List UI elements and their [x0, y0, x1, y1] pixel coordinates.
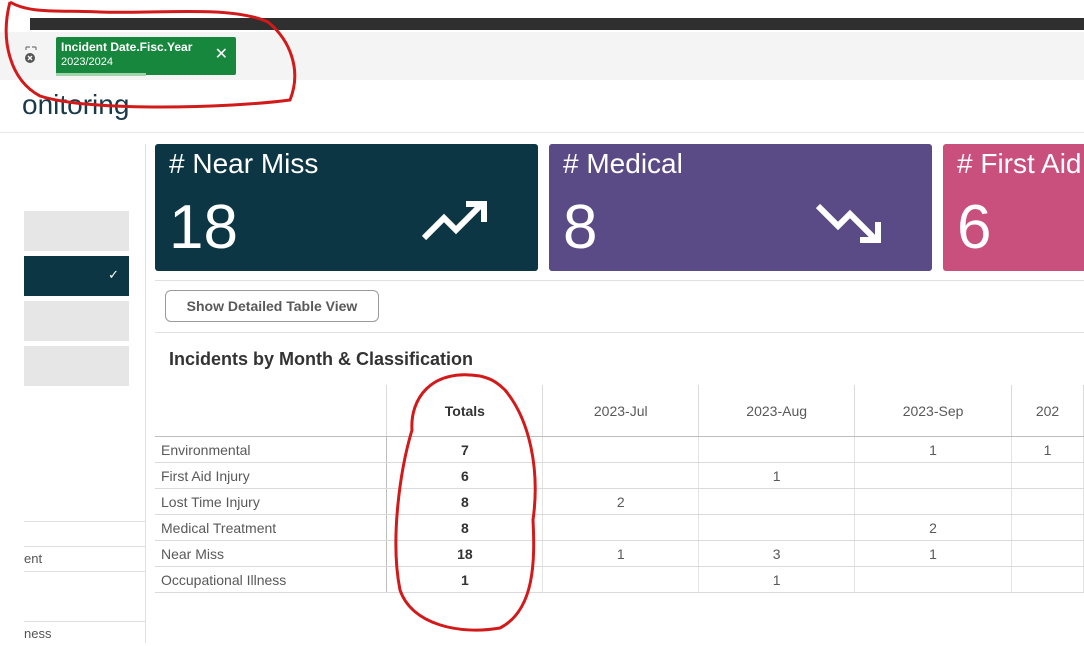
trending-down-icon — [815, 203, 881, 243]
app-toolbar — [30, 18, 1084, 30]
table-cell: 1 — [698, 462, 856, 489]
table-row: Medical Treatment 8 2 — [155, 514, 1084, 541]
kpi-label: # Near Miss — [169, 148, 319, 179]
row-label[interactable]: Occupational Illness — [155, 566, 388, 593]
check-icon: ✓ — [108, 267, 119, 282]
table-cell: 1 — [854, 436, 1013, 463]
total-cell: 7 — [386, 436, 544, 463]
total-cell: 6 — [386, 462, 544, 489]
row-label[interactable]: Medical Treatment — [155, 514, 388, 541]
show-detailed-table-button[interactable]: Show Detailed Table View — [165, 290, 379, 322]
table-cell: 3 — [698, 540, 856, 567]
selection-progress-bar — [56, 73, 146, 76]
column-header-totals[interactable]: Totals — [386, 385, 544, 437]
kpi-label: # Medical — [563, 148, 683, 179]
column-header[interactable]: 2023-Jul — [542, 385, 700, 437]
table-header-row: Totals 2023-Jul 2023-Aug 2023-Sep 202 — [155, 385, 1084, 437]
list-item[interactable] — [24, 521, 145, 546]
list-item[interactable]: ent — [24, 546, 145, 571]
kpi-label: # First Aid — [957, 148, 1082, 179]
table-cell — [542, 514, 700, 541]
total-cell: 8 — [386, 514, 544, 541]
column-header[interactable]: 2023-Aug — [698, 385, 856, 437]
top-bar — [0, 0, 1084, 32]
table-cell — [542, 566, 700, 593]
kpi-value: 18 — [169, 193, 238, 262]
column-header[interactable]: 202 — [1011, 385, 1084, 437]
page-title: onitoring — [22, 89, 130, 120]
table-cell: 1 — [698, 566, 856, 593]
table-row: First Aid Injury 6 1 — [155, 462, 1084, 489]
total-cell: 1 — [386, 566, 544, 593]
divider — [155, 332, 1084, 333]
row-label[interactable]: Lost Time Injury — [155, 488, 388, 515]
trending-up-icon — [421, 201, 487, 241]
total-cell: 18 — [386, 540, 544, 567]
selection-value: 2023/2024 — [61, 56, 113, 68]
kpi-first-aid[interactable]: # First Aid 6 — [943, 144, 1084, 271]
table-cell: 2 — [854, 514, 1013, 541]
table-cell — [854, 566, 1013, 593]
filter-item[interactable] — [24, 211, 129, 251]
kpi-value: 6 — [957, 193, 992, 262]
row-label[interactable]: Near Miss — [155, 540, 388, 567]
table-cell — [1011, 462, 1084, 489]
table-cell — [1011, 566, 1084, 593]
kpi-medical[interactable]: # Medical 8 — [549, 144, 932, 271]
table-cell — [854, 488, 1013, 515]
table-cell: 1 — [1011, 436, 1084, 463]
table-cell: 1 — [542, 540, 700, 567]
filter-item[interactable] — [24, 346, 129, 386]
table-cell — [854, 462, 1013, 489]
table-cell: 2 — [542, 488, 700, 515]
column-header — [155, 385, 388, 437]
kpi-near-miss[interactable]: # Near Miss 18 — [155, 144, 538, 271]
selection-field: Incident Date.Fisc.Year — [61, 40, 193, 54]
table-row: Environmental 7 1 1 — [155, 436, 1084, 463]
list-item[interactable] — [24, 571, 145, 596]
table-row: Lost Time Injury 8 2 — [155, 488, 1084, 515]
row-label[interactable]: Environmental — [155, 436, 388, 463]
filter-item-selected[interactable]: ✓ — [24, 256, 129, 296]
pivot-table: Totals 2023-Jul 2023-Aug 2023-Sep 202 En… — [155, 385, 1084, 593]
table-title: Incidents by Month & Classification — [169, 349, 474, 369]
list-item[interactable]: ness — [24, 621, 145, 646]
title-row: onitoring — [0, 80, 1084, 133]
table-cell — [542, 436, 700, 463]
table-cell — [1011, 488, 1084, 515]
total-cell: 8 — [386, 488, 544, 515]
selection-chip[interactable]: Incident Date.Fisc.Year 2023/2024 ✕ — [56, 37, 236, 76]
kpi-value: 8 — [563, 193, 598, 262]
table-cell — [698, 488, 856, 515]
table-cell — [698, 436, 856, 463]
table-cell — [542, 462, 700, 489]
table-cell: 1 — [854, 540, 1013, 567]
table-row: Occupational Illness 1 1 — [155, 566, 1084, 593]
table-cell — [1011, 514, 1084, 541]
filter-item[interactable] — [24, 301, 129, 341]
table-cell — [1011, 540, 1084, 567]
table-row: Near Miss 18 1 3 1 — [155, 540, 1084, 567]
filter-panel: ✓ ent ness — [24, 144, 146, 643]
row-label[interactable]: First Aid Injury — [155, 462, 388, 489]
content-panel: Show Detailed Table View Incidents by Mo… — [155, 280, 1084, 644]
clear-selections-icon[interactable] — [24, 45, 42, 69]
table-cell — [698, 514, 856, 541]
column-header[interactable]: 2023-Sep — [854, 385, 1013, 437]
close-icon[interactable]: ✕ — [215, 44, 228, 64]
